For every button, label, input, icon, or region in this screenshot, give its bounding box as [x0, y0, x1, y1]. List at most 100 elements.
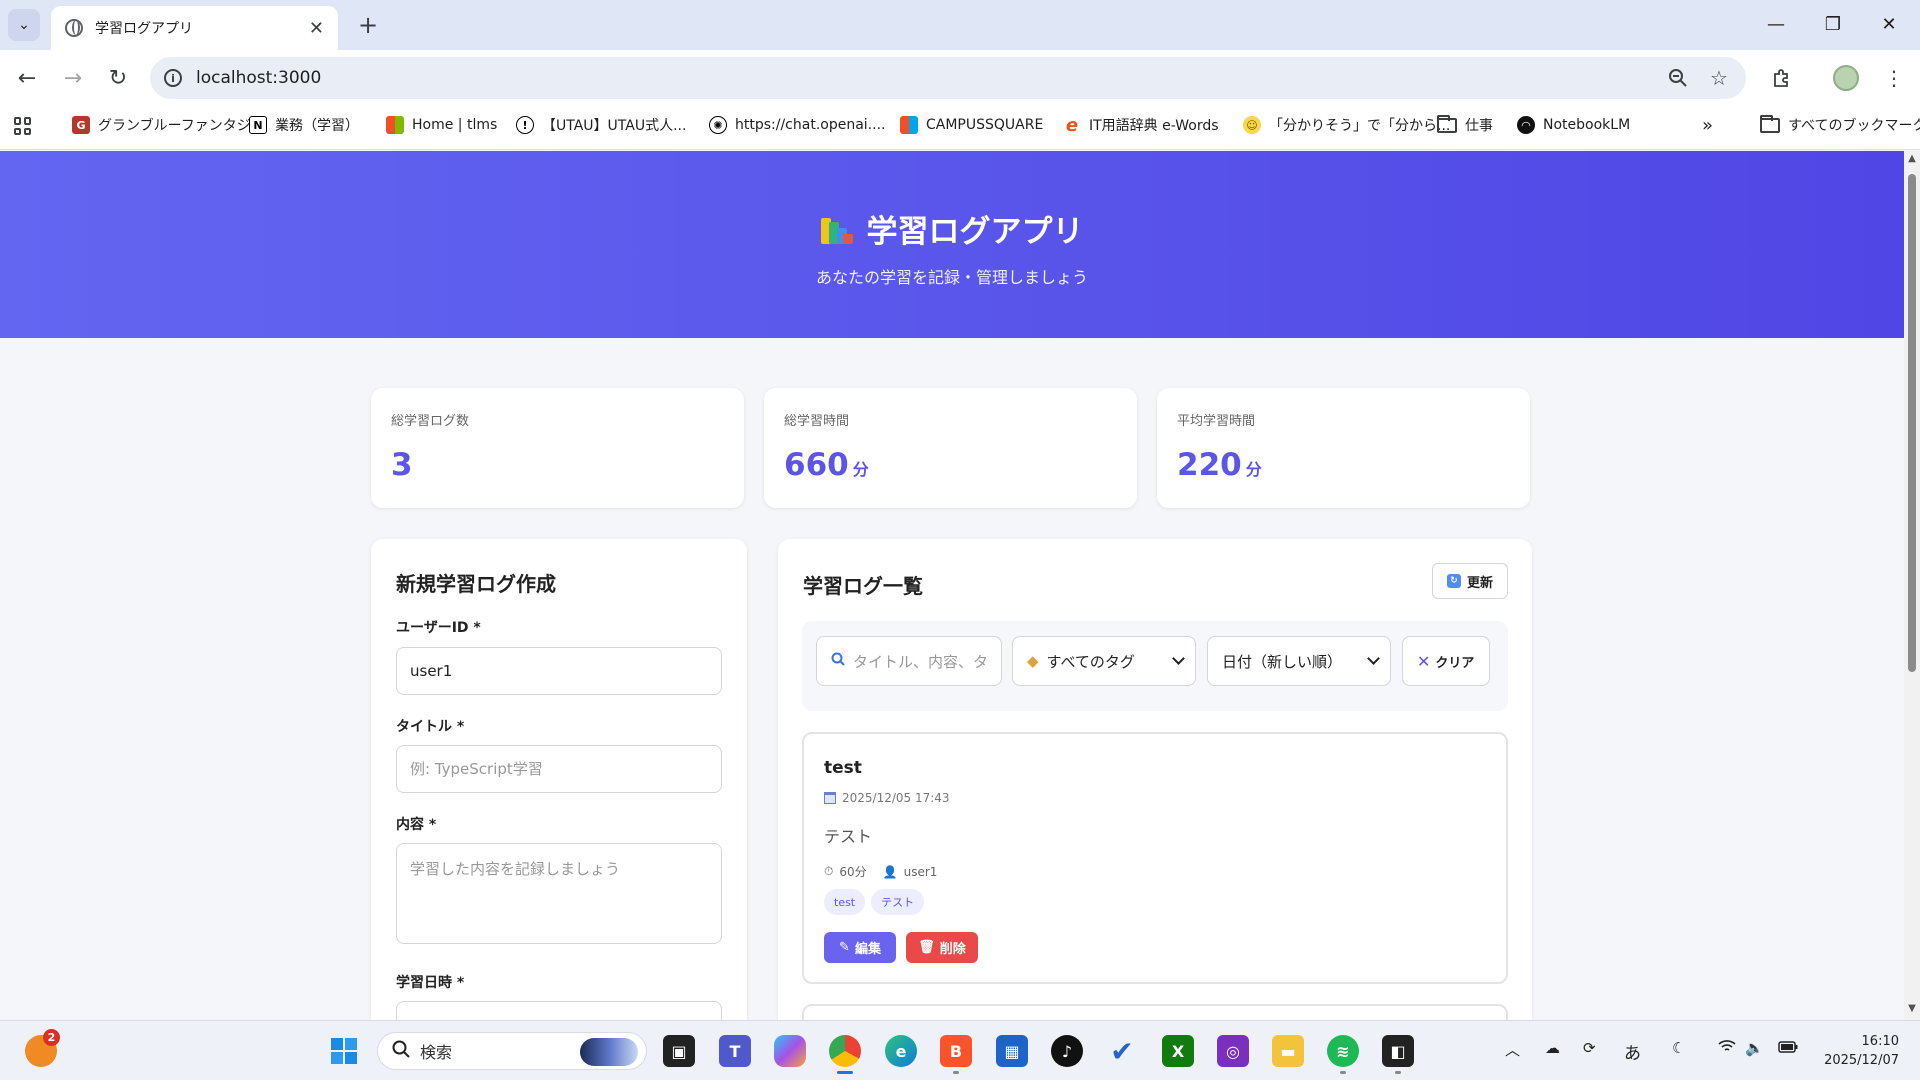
tray-overflow-chevron-icon[interactable]: ︿ [1505, 1039, 1520, 1060]
todo-check-icon[interactable]: ✔ [1106, 1035, 1138, 1068]
zoom-icon[interactable] [1668, 57, 1688, 99]
openai-icon: ✺ [709, 116, 727, 134]
spotify-icon[interactable]: ≋ [1327, 1035, 1359, 1074]
user-id-input[interactable] [396, 647, 722, 695]
tag-chip[interactable]: test [824, 889, 866, 915]
url-text[interactable]: localhost:3000 [196, 68, 321, 88]
bookmark-wakarisou[interactable]: ☺ 「分かりそう」で「分から... [1243, 106, 1450, 144]
browser-toolbar: ← → ↻ i localhost:3000 ☆ ⋮ [0, 50, 1920, 106]
delete-button[interactable]: 🗑 削除 [906, 932, 978, 963]
window-close-button[interactable]: ✕ [1866, 8, 1912, 40]
chevron-down-icon [1367, 652, 1380, 665]
chrome-icon[interactable] [829, 1035, 861, 1074]
tab-search-chevron-icon[interactable]: ⌄ [8, 9, 40, 41]
log-date: 2025/12/05 17:43 [824, 791, 950, 805]
file-explorer-icon[interactable]: ▬ [1272, 1035, 1304, 1067]
address-bar[interactable]: i localhost:3000 ☆ [150, 57, 1746, 99]
reload-icon[interactable]: ↻ [101, 61, 135, 95]
window-minimize-button[interactable]: — [1753, 8, 1799, 40]
stopwatch-icon: ⏱ [824, 864, 834, 878]
all-bookmarks-folder[interactable]: すべてのブックマーク [1760, 106, 1920, 144]
chevron-down-icon [1172, 652, 1185, 665]
bookmark-utau[interactable]: ! 【UTAU】UTAU式人... [516, 106, 686, 144]
scroll-down-arrow-icon[interactable]: ▼ [1907, 1003, 1917, 1014]
window-restore-button[interactable]: ❐ [1810, 8, 1856, 40]
edge-icon[interactable]: e [885, 1035, 917, 1067]
search-icon [831, 652, 845, 670]
bookmark-notebooklm[interactable]: ◠ NotebookLM [1517, 106, 1630, 144]
bookmarks-bar: G グランブルーファンタジー N 業務（学習） Home | tlms ! 【UTAU… [0, 106, 1920, 150]
bookmark-tlms[interactable]: Home | tlms [386, 106, 497, 144]
stat-card-total-time: 総学習時間 660 分 [764, 388, 1137, 508]
profile-avatar[interactable] [1833, 65, 1859, 91]
bookmark-ewords[interactable]: e IT用語辞典 e-Words [1063, 106, 1219, 144]
bookmark-folder-work[interactable]: 仕事 [1437, 106, 1493, 144]
sort-select[interactable]: 日付（新しい順） [1207, 636, 1391, 686]
bookmark-campussquare[interactable]: CAMPUSSQUARE [900, 106, 1043, 144]
clear-filter-button[interactable]: ✕ クリア [1402, 636, 1490, 686]
forward-arrow-icon[interactable]: → [56, 61, 90, 95]
onedrive-status-icon[interactable]: ☁ [1545, 1039, 1560, 1057]
taskbar-search-box[interactable]: 検索 [377, 1032, 647, 1070]
microsoft-store-icon[interactable]: ▦ [996, 1035, 1028, 1067]
terminal-app-icon[interactable]: ◧ [1382, 1035, 1414, 1074]
create-log-title: 新規学習ログ作成 [396, 572, 556, 596]
tag-chip[interactable]: テスト [871, 889, 925, 915]
refresh-button[interactable]: ↻ 更新 [1432, 563, 1508, 599]
clock-time: 16:10 [1861, 1034, 1899, 1049]
volume-icon[interactable]: 🔈 [1745, 1039, 1764, 1057]
battery-icon[interactable] [1778, 1039, 1798, 1057]
site-info-icon[interactable]: i [164, 69, 182, 87]
search-input[interactable]: タイトル、内容、タ [816, 636, 1002, 686]
system-clock[interactable]: 16:10 2025/12/07 [1817, 1032, 1899, 1070]
ime-indicator[interactable]: あ [1624, 1039, 1641, 1064]
teams-icon[interactable]: T [719, 1035, 751, 1067]
search-highlight-image [580, 1038, 638, 1066]
extensions-icon[interactable] [1766, 62, 1798, 94]
windows-taskbar: 2 検索 ▣ T e B ▦ ♪ ✔ X ◎ ▬ ≋ ◧ ︿ ☁ ⟳ あ ☾ 🔈… [0, 1020, 1920, 1080]
user-id-label: ユーザーID * [396, 620, 481, 636]
create-log-panel: 新規学習ログ作成 ユーザーID * タイトル * 内容 * 学習日時 * [371, 539, 747, 1020]
task-view-icon[interactable]: ▣ [663, 1035, 695, 1067]
books-icon [820, 214, 853, 244]
new-tab-button[interactable]: + [352, 9, 384, 41]
scroll-thumb[interactable] [1908, 174, 1916, 672]
back-arrow-icon[interactable]: ← [10, 61, 44, 95]
copilot-icon[interactable] [774, 1035, 806, 1067]
start-button-windows-icon[interactable] [328, 1035, 360, 1067]
bookmark-star-icon[interactable]: ☆ [1710, 57, 1728, 99]
search-icon [392, 1040, 410, 1062]
bookmark-chatgpt[interactable]: ✺ https://chat.openai.... [709, 106, 885, 144]
weather-widget-icon[interactable]: 2 [25, 1029, 60, 1067]
bookmarks-overflow-button[interactable]: » [1702, 106, 1713, 144]
wifi-icon[interactable] [1718, 1039, 1736, 1057]
log-duration: 60分 [839, 865, 867, 879]
title-input[interactable] [396, 745, 722, 793]
browser-tab-active[interactable]: 学習ログアプリ ✕ [51, 6, 338, 50]
focus-moon-icon[interactable]: ☾ [1672, 1039, 1685, 1057]
content-textarea[interactable] [396, 843, 722, 944]
study-date-input[interactable] [396, 1001, 722, 1020]
log-tags: test テスト [824, 889, 930, 915]
scroll-up-arrow-icon[interactable]: ▲ [1907, 153, 1917, 164]
bookmark-notion[interactable]: N 業務（学習） [249, 106, 359, 144]
sync-icon[interactable]: ⟳ [1583, 1039, 1596, 1057]
app-icon[interactable]: ◎ [1217, 1035, 1249, 1067]
tab-close-icon[interactable]: ✕ [309, 18, 324, 39]
bookmark-granblue[interactable]: G グランブルーファンタジー [72, 106, 265, 144]
pencil-icon: ✎ [839, 940, 850, 955]
tag-icon: ◆ [1027, 652, 1039, 670]
notebooklm-icon: ◠ [1517, 116, 1535, 134]
edit-button[interactable]: ✎ 編集 [824, 932, 896, 963]
apps-grid-icon[interactable] [14, 117, 32, 135]
utau-icon: ! [516, 116, 534, 134]
stat-label: 平均学習時間 [1177, 414, 1256, 429]
page-scrollbar[interactable]: ▲ ▼ [1904, 151, 1920, 1020]
tag-filter-select[interactable]: ◆ すべてのタグ [1012, 636, 1196, 686]
folder-icon [1760, 114, 1780, 133]
xbox-icon[interactable]: X [1162, 1035, 1194, 1067]
brave-icon[interactable]: B [940, 1035, 972, 1074]
tiktok-icon[interactable]: ♪ [1051, 1035, 1083, 1067]
more-menu-icon[interactable]: ⋮ [1878, 62, 1910, 94]
close-icon: ✕ [1417, 651, 1431, 671]
